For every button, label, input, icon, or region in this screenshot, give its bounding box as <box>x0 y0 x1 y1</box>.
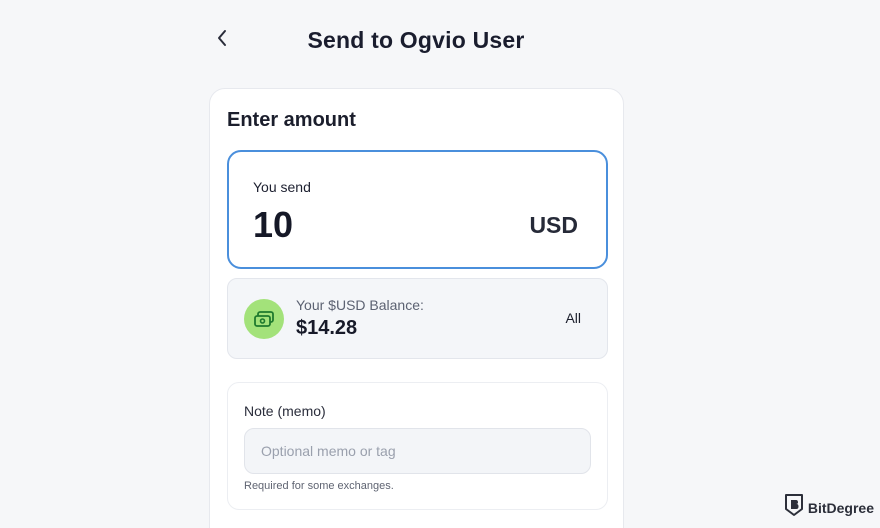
bitdegree-watermark: BitDegree <box>784 493 874 522</box>
amount-input[interactable] <box>253 204 453 246</box>
balance-label: Your $USD Balance: <box>296 297 424 313</box>
send-card: Enter amount You send USD Your $USD Bala… <box>209 88 624 528</box>
memo-section: Note (memo) Required for some exchanges. <box>227 382 608 510</box>
memo-input[interactable] <box>244 428 591 474</box>
send-label: You send <box>253 179 311 195</box>
watermark-text: BitDegree <box>807 499 874 516</box>
balance-panel: Your $USD Balance: $14.28 All <box>227 278 608 359</box>
page-title: Send to Ogvio User <box>307 27 525 53</box>
use-all-button[interactable]: All <box>565 310 581 326</box>
cash-icon <box>244 299 284 339</box>
card-title: Enter amount <box>227 109 356 131</box>
currency-label: USD <box>529 212 578 238</box>
send-amount-field[interactable]: You send USD <box>227 150 608 269</box>
memo-helper-text: Required for some exchanges. <box>244 480 394 492</box>
balance-value: $14.28 <box>296 317 358 339</box>
bitdegree-logo-icon <box>784 493 804 522</box>
memo-label: Note (memo) <box>244 403 326 419</box>
